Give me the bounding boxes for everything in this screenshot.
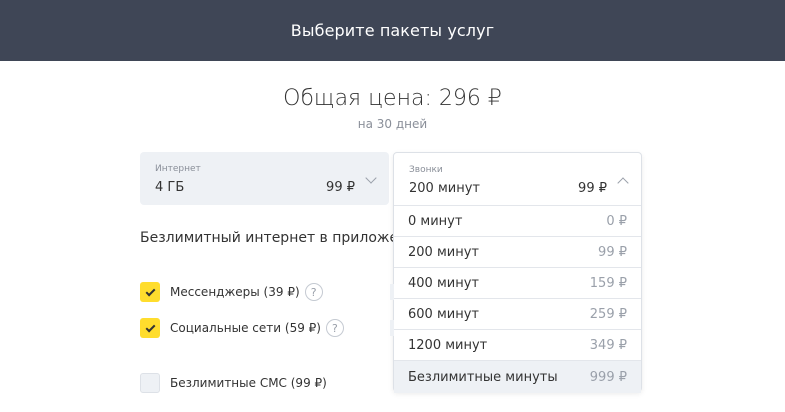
option-label: 400 минут [408, 275, 479, 291]
calls-option-200[interactable]: 200 минут 99 ₽ [394, 237, 641, 268]
social-checkbox[interactable] [140, 318, 160, 338]
option-label: 200 минут [408, 244, 479, 260]
calls-option-600[interactable]: 600 минут 259 ₽ [394, 299, 641, 330]
calls-option-1200[interactable]: 1200 минут 349 ₽ [394, 330, 641, 361]
option-price: 0 ₽ [606, 213, 627, 229]
page-header: Выберите пакеты услуг [0, 0, 785, 61]
internet-select[interactable]: Интернет 4 ГБ 99 ₽ [140, 152, 389, 205]
chevron-up-icon [617, 177, 629, 189]
option-label: 0 минут [408, 213, 463, 229]
sms-option[interactable]: Безлимитные СМС (99 ₽) [140, 373, 327, 393]
calls-option-unlimited[interactable]: Безлимитные минуты 999 ₽ [394, 361, 641, 393]
internet-value: 4 ГБ [155, 180, 185, 195]
option-label: Безлимитные минуты [408, 369, 558, 385]
help-icon[interactable]: ? [304, 283, 323, 301]
messengers-label: Мессенджеры (39 ₽) [170, 285, 300, 299]
calls-select[interactable]: Звонки 200 минут 99 ₽ [394, 153, 641, 206]
calls-option-400[interactable]: 400 минут 159 ₽ [394, 268, 641, 299]
calls-option-0[interactable]: 0 минут 0 ₽ [394, 206, 641, 237]
option-price: 349 ₽ [589, 337, 627, 353]
social-option[interactable]: Социальные сети (59 ₽) ? [140, 318, 344, 338]
option-price: 99 ₽ [598, 244, 627, 260]
hidden-control-edge [390, 320, 394, 336]
apps-section-title: Безлимитный интернет в приложениях [140, 230, 393, 246]
check-icon [145, 286, 155, 296]
calls-price: 99 ₽ [578, 181, 607, 196]
sms-label: Безлимитные СМС (99 ₽) [170, 376, 327, 390]
calls-value: 200 минут [409, 181, 480, 196]
messengers-option[interactable]: Мессенджеры (39 ₽) ? [140, 282, 323, 302]
option-label: 1200 минут [408, 337, 488, 353]
internet-price: 99 ₽ [326, 180, 355, 195]
social-label: Социальные сети (59 ₽) [170, 321, 321, 335]
messengers-checkbox[interactable] [140, 282, 160, 302]
calls-caption: Звонки [409, 165, 443, 175]
calls-dropdown[interactable]: Звонки 200 минут 99 ₽ 0 минут 0 ₽ 200 ми… [393, 152, 642, 393]
option-price: 259 ₽ [589, 306, 627, 322]
internet-caption: Интернет [155, 164, 201, 174]
total-price: Общая цена: 296 ₽ [283, 86, 502, 111]
check-icon [145, 322, 155, 332]
page-title: Выберите пакеты услуг [290, 21, 495, 40]
option-price: 159 ₽ [589, 275, 627, 291]
option-label: 600 минут [408, 306, 479, 322]
option-price: 999 ₽ [589, 369, 627, 385]
help-icon[interactable]: ? [325, 319, 344, 337]
chevron-down-icon [365, 172, 377, 184]
hidden-control-edge [390, 284, 394, 300]
sms-checkbox[interactable] [140, 373, 160, 393]
price-period: на 30 дней [357, 117, 428, 131]
